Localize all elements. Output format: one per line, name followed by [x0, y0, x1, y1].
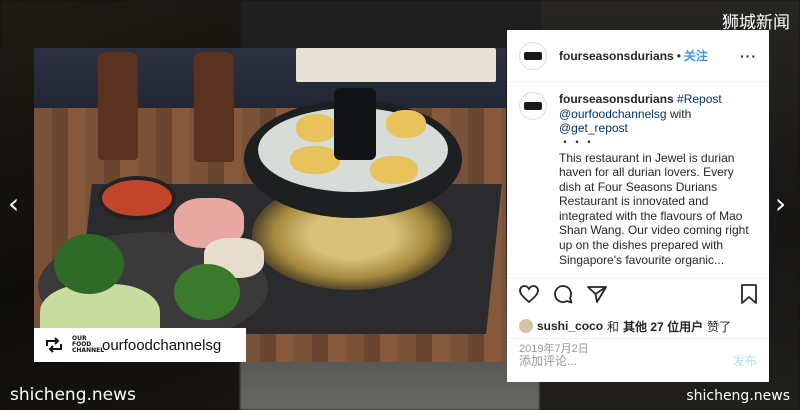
liker-username[interactable]: sushi_coco — [537, 319, 603, 333]
likes-and: 和 — [607, 319, 620, 334]
likes-others[interactable]: 其他 27 位用户 — [623, 318, 703, 335]
photo-grinder — [98, 52, 138, 160]
caption-dots: ・・・ — [559, 134, 596, 149]
site-watermark: shicheng.news — [10, 385, 136, 405]
post-comment-button[interactable]: 发布 — [733, 352, 757, 369]
post-photo[interactable]: OUR FOOD CHANNEL ourfoodchannelsg — [34, 48, 506, 362]
photo-broccoli — [54, 234, 124, 294]
post-header: fourseasonsdurians • 关注 ··· — [507, 30, 769, 82]
photo-sauce — [98, 176, 176, 220]
channel-logo: OUR FOOD CHANNEL — [72, 335, 105, 354]
photo-dumpling — [370, 156, 418, 184]
share-icon[interactable] — [587, 285, 607, 308]
liker-avatar — [519, 319, 533, 333]
more-options-icon[interactable]: ··· — [740, 48, 757, 64]
photo-broccoli — [174, 264, 240, 320]
repost-watermark: OUR FOOD CHANNEL ourfoodchannelsg — [34, 328, 246, 362]
caption-username[interactable]: fourseasonsdurians — [559, 92, 674, 106]
follow-button[interactable]: 关注 — [684, 47, 708, 64]
site-watermark: shicheng.news — [686, 388, 790, 404]
repost-icon — [44, 337, 64, 353]
avatar[interactable] — [519, 41, 547, 70]
action-bar — [507, 278, 769, 314]
header-separator: • — [676, 48, 681, 63]
likes-suffix: 赞了 — [707, 319, 732, 334]
caption-body: This restaurant in Jewel is durian haven… — [559, 150, 749, 267]
mention-link[interactable]: @ourfoodchannelsg — [559, 107, 667, 121]
photo-menu-card — [296, 48, 496, 82]
chevron-left-icon[interactable]: ‹ — [8, 190, 19, 218]
caption-text: with — [669, 106, 692, 121]
photo-grinder — [194, 52, 234, 162]
comment-icon[interactable] — [553, 284, 573, 309]
photo-dumpling — [290, 146, 340, 174]
bookmark-icon[interactable] — [741, 284, 757, 309]
mention-link[interactable]: @get_repost — [559, 121, 628, 135]
photo-chimney — [334, 88, 376, 160]
comment-placeholder[interactable]: 添加评论... — [519, 352, 577, 369]
post-side-panel: fourseasonsdurians • 关注 ··· fourseasonsd… — [507, 30, 769, 382]
repost-handle: ourfoodchannelsg — [102, 336, 222, 354]
avatar[interactable] — [519, 92, 547, 120]
photo-dumpling — [386, 110, 426, 138]
caption: fourseasonsdurians #Repost @ourfoodchann… — [507, 82, 769, 278]
photo-dumpling — [296, 114, 336, 142]
header-username[interactable]: fourseasonsdurians — [559, 49, 674, 63]
chevron-right-icon[interactable]: › — [775, 190, 786, 218]
likes-summary: sushi_coco 和 其他 27 位用户 赞了 — [507, 314, 769, 336]
comment-input[interactable]: 添加评论... 发布 — [507, 338, 769, 382]
heart-icon[interactable] — [519, 285, 539, 308]
site-watermark: 狮城新闻 — [722, 13, 790, 33]
hashtag-link[interactable]: #Repost — [677, 92, 722, 106]
